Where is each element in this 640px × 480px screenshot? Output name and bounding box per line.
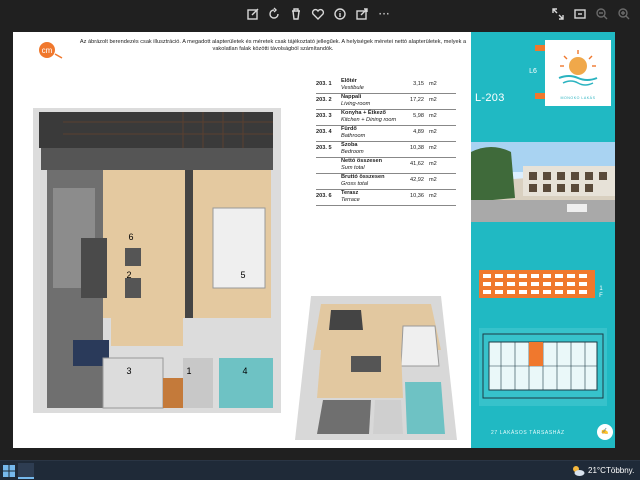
room-area-unit: m2	[429, 193, 437, 199]
room-code: 203. 4	[316, 129, 332, 135]
building-render-photo	[471, 142, 615, 222]
room-name: Terasz	[341, 190, 359, 196]
room-area-value: 17,22	[410, 97, 424, 103]
taskbar: 21°C Többny.	[0, 460, 640, 480]
room-number: 3	[126, 366, 131, 376]
room-code: 203. 2	[316, 97, 332, 103]
room-area-unit: m2	[429, 113, 437, 119]
room-english-name: Living-room	[341, 101, 371, 107]
room-area-value: 5,98	[413, 113, 424, 119]
room-row: 203. 5 Szoba Bedroom 10,38 m2	[316, 142, 456, 158]
room-english-name: Sum total	[341, 165, 365, 171]
room-english-name: Gross total	[341, 181, 369, 187]
viewer-toolbar: ···	[0, 0, 640, 28]
more-icon[interactable]: ···	[374, 4, 394, 24]
room-number: 1	[186, 366, 191, 376]
room-row: 203. 2 Nappali Living-room 17,22 m2	[316, 94, 456, 110]
floor-plan-3d-view	[295, 296, 457, 440]
zoom-out-icon[interactable]	[592, 4, 612, 24]
info-icon[interactable]	[330, 4, 350, 24]
room-area-value: 3,15	[413, 81, 424, 87]
brand-block: MONOKO LAKÁS	[545, 40, 611, 106]
room-area-value: 10,38	[410, 145, 424, 151]
room-row: 203. 1 Előtér Vestibule 3,15 m2	[316, 78, 456, 94]
room-row: 203. 4 Fürdő Bathroom 4,89 m2	[316, 126, 456, 142]
edit-icon[interactable]	[243, 4, 263, 24]
room-name: Nappali	[341, 94, 362, 100]
room-english-name: Bathroom	[341, 133, 366, 139]
site-plan	[479, 328, 607, 406]
room-english-name: Kitchen + Dining room	[341, 117, 397, 123]
company-logo: cm	[39, 42, 63, 59]
room-row: Bruttó összesen Gross total 42,92 m2	[316, 174, 456, 190]
weather-temperature[interactable]: 21°C	[588, 466, 606, 475]
room-name: Nettó összesen	[341, 158, 383, 164]
photo-viewer-window: ··· cm Az ábrázolt berendezés csak illus…	[0, 0, 640, 480]
windows-start-icon[interactable]	[2, 464, 16, 478]
project-info-panel: L6 MONOKO LAKÁS L-203 1 F 27 LAKÁSOS TÁR…	[471, 32, 615, 448]
room-row: 203. 3 Konyha + Étkező Kitchen + Dining ro…	[316, 110, 456, 126]
zoom-in-icon[interactable]	[614, 4, 634, 24]
share-icon[interactable]	[352, 4, 372, 24]
room-code: 203. 3	[316, 113, 332, 119]
room-english-name: Bedroom	[341, 149, 364, 155]
fullscreen-icon[interactable]	[548, 4, 568, 24]
project-name: 27 LAKÁSOS TÁRSASHÁZ	[491, 430, 565, 436]
building-elevation: 1 F	[479, 270, 607, 299]
room-area-table: 203. 1 Előtér Vestibule 3,15 m2 203. 2 Nappali…	[316, 78, 456, 206]
rotate-icon[interactable]	[264, 4, 284, 24]
room-name: Szoba	[341, 142, 358, 148]
room-row: Nettó összesen Sum total 41,62 m2	[316, 158, 456, 174]
unit-code: L-203	[475, 92, 505, 104]
room-code: 203. 6	[316, 193, 332, 199]
weather-cloud-sun-icon[interactable]	[571, 464, 585, 478]
sun-logo-icon	[558, 50, 598, 86]
heart-icon[interactable]	[308, 4, 328, 24]
room-name: Konyha + Étkező	[341, 110, 386, 116]
row-divider	[316, 205, 456, 206]
room-area-unit: m2	[429, 81, 437, 87]
weather-description[interactable]: Többny.	[606, 466, 634, 475]
logo-text: cm	[42, 46, 53, 55]
room-english-name: Vestibule	[341, 85, 364, 91]
room-name: Fürdő	[341, 126, 357, 132]
slideshow-icon[interactable]	[570, 4, 590, 24]
room-area-unit: m2	[429, 177, 437, 183]
room-number: 5	[240, 270, 245, 280]
disclaimer-text: Az ábrázolt berendezés csak illusztráció…	[79, 39, 467, 52]
room-area-value: 42,92	[410, 177, 424, 183]
floor-plan-large: 6 2 5 3 1 4	[33, 108, 281, 413]
signature-icon: ✍	[597, 424, 613, 440]
room-area-unit: m2	[429, 129, 437, 135]
room-area-unit: m2	[429, 97, 437, 103]
floor-marker: F	[599, 293, 603, 299]
room-area-value: 4,89	[413, 129, 424, 135]
room-code: 203. 1	[316, 81, 332, 87]
room-name: Bruttó összesen	[341, 174, 385, 180]
room-name: Előtér	[341, 78, 357, 84]
room-area-value: 41,62	[410, 161, 424, 167]
building-label: L6	[529, 68, 537, 75]
delete-icon[interactable]	[286, 4, 306, 24]
brand-subtitle: MONOKO LAKÁS	[560, 96, 596, 100]
room-area-unit: m2	[429, 145, 437, 151]
room-code: 203. 5	[316, 145, 332, 151]
room-area-unit: m2	[429, 161, 437, 167]
room-number: 4	[242, 366, 247, 376]
floor-plan-document[interactable]: cm Az ábrázolt berendezés csak illusztrá…	[13, 32, 615, 448]
room-number: 2	[126, 270, 131, 280]
room-row: 203. 6 Terasz Terrace 10,36 m2	[316, 190, 456, 206]
room-english-name: Terrace	[341, 197, 360, 203]
photos-app-taskbar-icon[interactable]	[18, 463, 34, 479]
room-number: 6	[128, 232, 133, 242]
room-area-value: 10,36	[410, 193, 424, 199]
